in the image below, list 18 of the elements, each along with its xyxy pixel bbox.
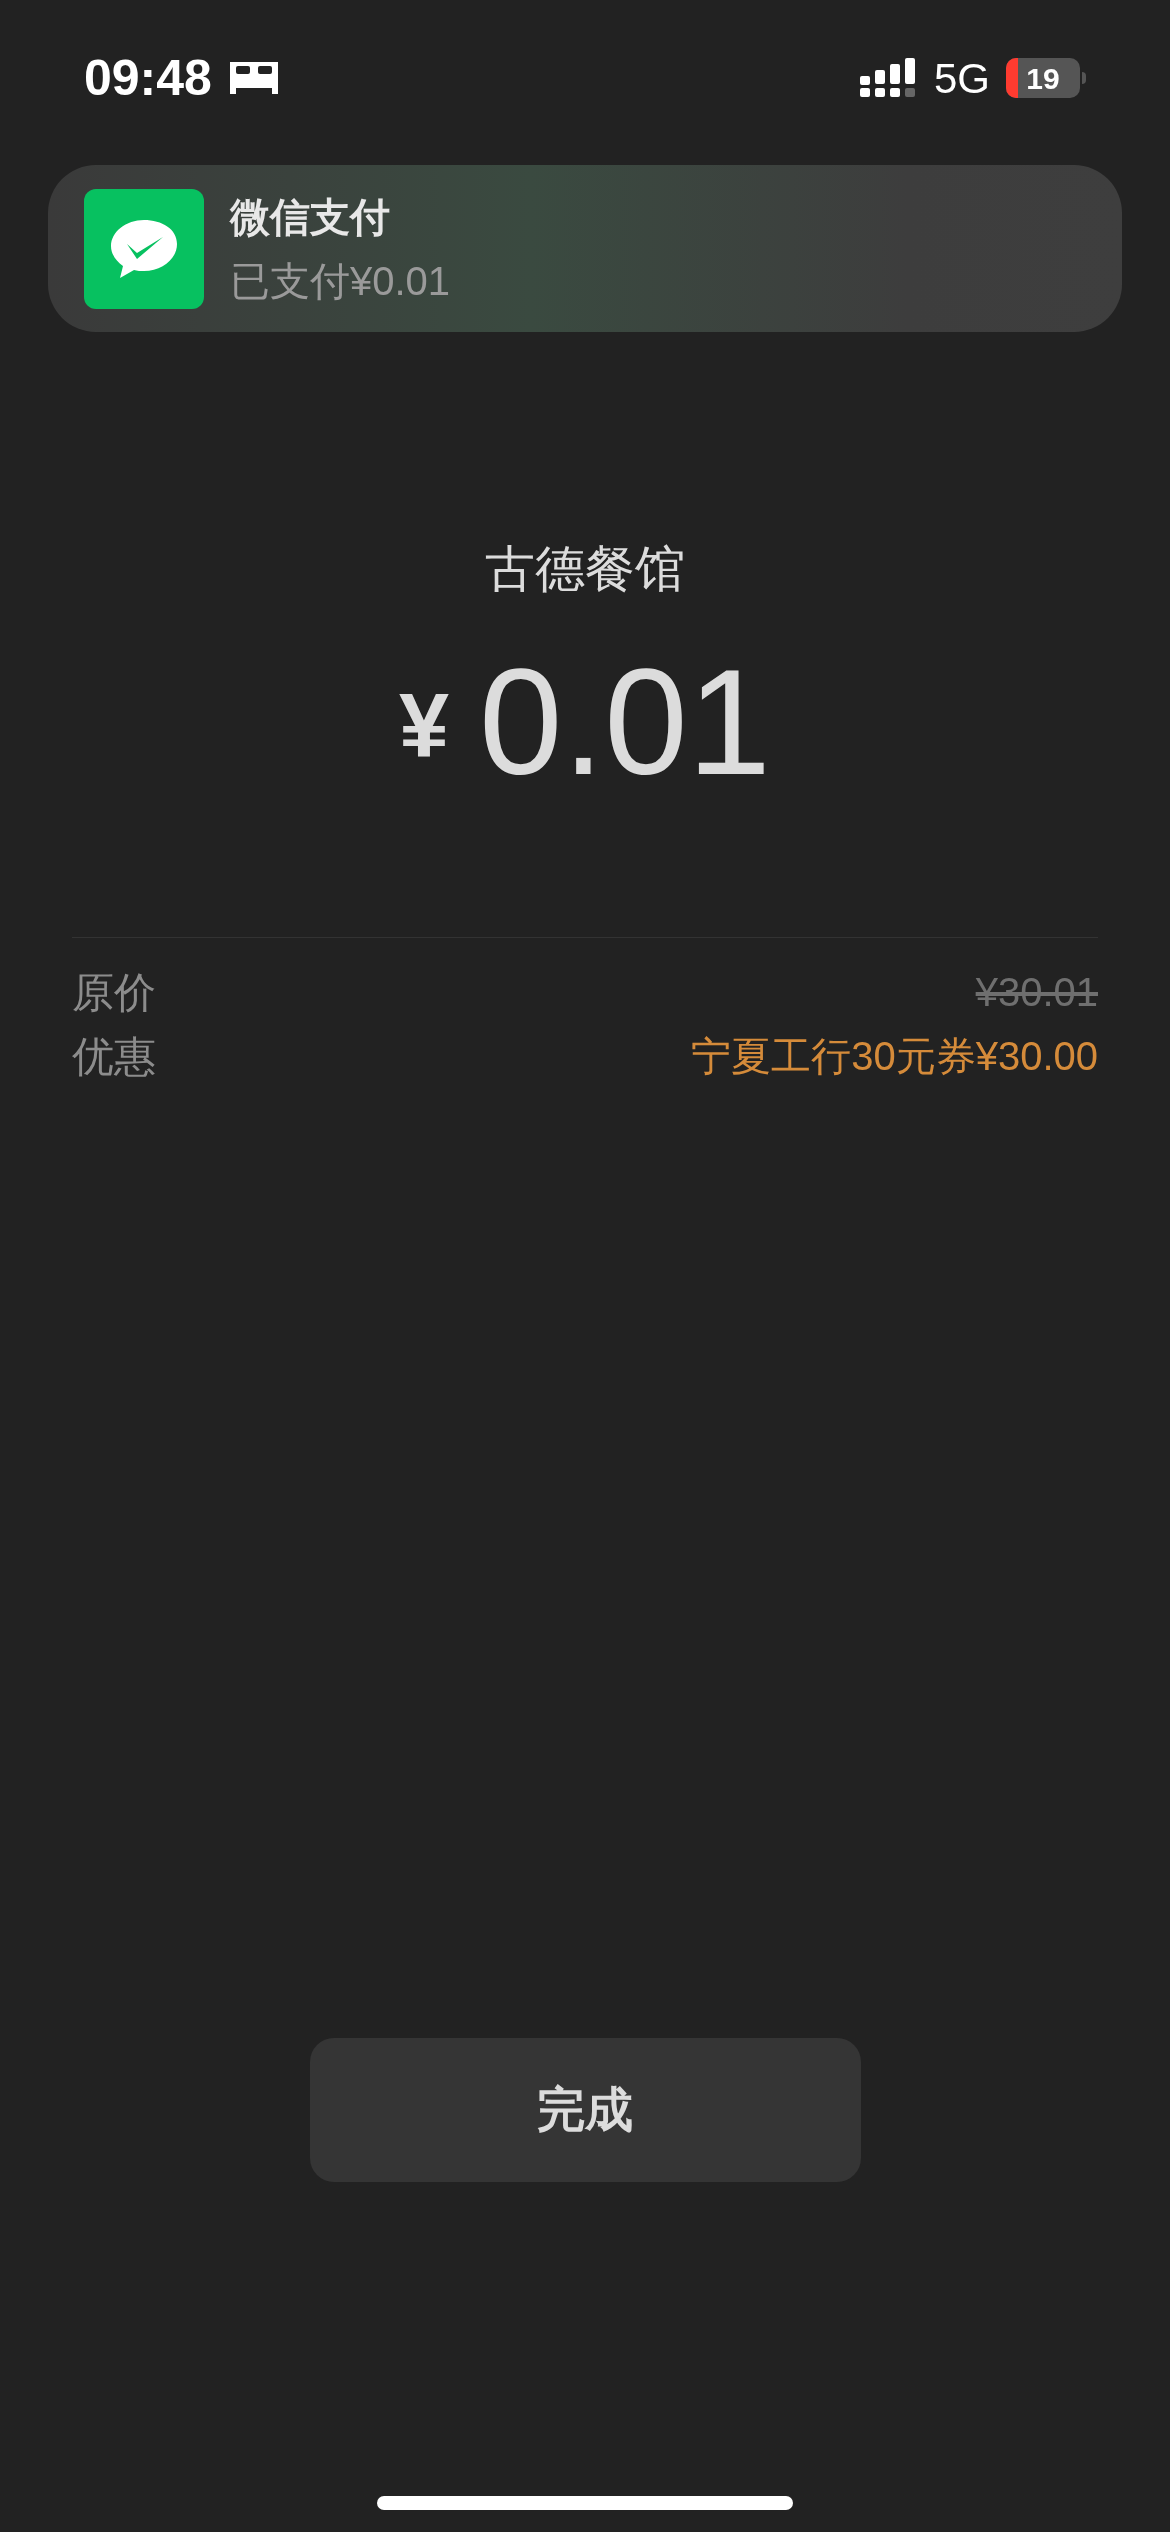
detail-label: 原价 [72, 967, 156, 1018]
detail-value: 宁夏工行30元券¥30.00 [691, 1033, 1098, 1080]
status-time: 09:48 [84, 48, 212, 108]
currency-symbol: ¥ [399, 675, 450, 778]
battery-indicator: 19 [1006, 58, 1086, 98]
home-indicator[interactable] [377, 2496, 793, 2510]
notification-message: 已支付¥0.01 [230, 257, 451, 305]
chat-bubble-icon [84, 188, 204, 309]
detail-label: 优惠 [72, 1031, 156, 1082]
notification-banner[interactable]: 微信支付 已支付¥0.01 [48, 165, 1122, 332]
done-button[interactable]: 完成 [309, 2038, 861, 2182]
notification-title: 微信支付 [230, 193, 391, 241]
merchant-name: 古德餐馆 [485, 540, 685, 599]
payment-amount: 0.01 [479, 647, 771, 797]
detail-value: ¥30.01 [975, 969, 1098, 1016]
signal-icon [859, 58, 918, 98]
network-label: 5G [933, 53, 990, 104]
bed-icon [227, 60, 280, 96]
